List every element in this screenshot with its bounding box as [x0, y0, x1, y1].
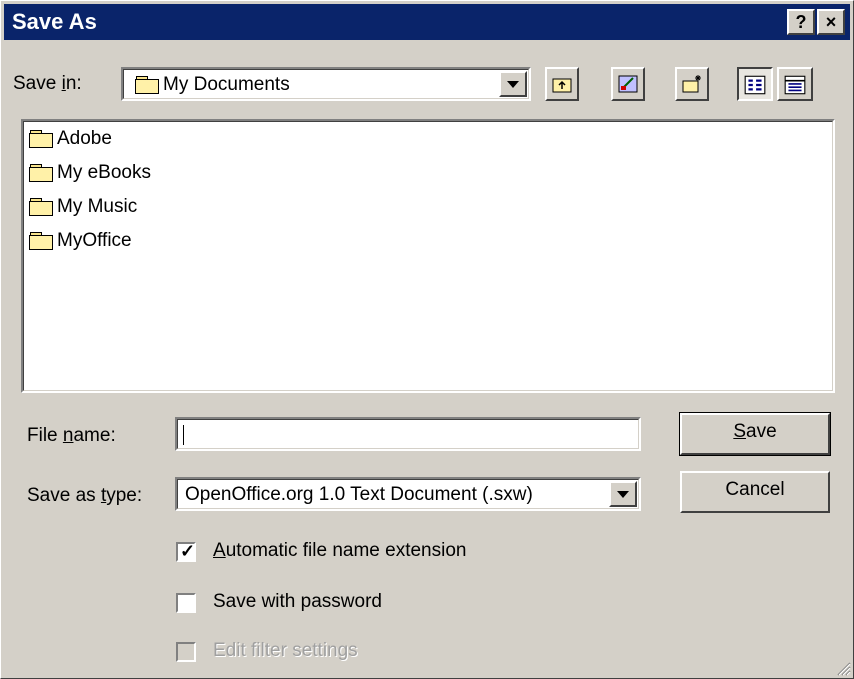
- checkmark-icon: ✓: [180, 541, 196, 561]
- save-as-type-dropdown-button[interactable]: [609, 481, 637, 507]
- title-bar[interactable]: Save As ? ×: [4, 4, 850, 40]
- save-as-type-combobox[interactable]: OpenOffice.org 1.0 Text Document (.sxw): [175, 477, 641, 511]
- save-as-type-label: Save as type:: [27, 485, 143, 506]
- save-as-type-value: OpenOffice.org 1.0 Text Document (.sxw): [185, 484, 533, 505]
- close-icon: ×: [825, 12, 837, 32]
- folder-icon: [29, 197, 53, 216]
- chevron-down-icon: [507, 81, 519, 88]
- desktop-button[interactable]: [611, 67, 645, 101]
- folder-icon: [29, 163, 53, 182]
- open-folder-icon: [135, 75, 159, 94]
- save-with-password-checkbox[interactable]: [176, 593, 196, 613]
- list-item[interactable]: My eBooks: [29, 159, 151, 187]
- file-name-input[interactable]: [175, 417, 641, 451]
- list-view-button[interactable]: [737, 67, 773, 101]
- list-item[interactable]: Adobe: [29, 125, 112, 153]
- file-name-label: File name:: [27, 425, 116, 446]
- save-in-value: My Documents: [163, 74, 290, 95]
- save-as-dialog: Save As ? × Save in: My Documents Adobe …: [0, 0, 854, 679]
- file-list[interactable]: Adobe My eBooks My Music MyOffice: [21, 119, 835, 393]
- details-view-icon: [784, 75, 806, 95]
- save-in-dropdown-button[interactable]: [499, 71, 527, 97]
- new-folder-button[interactable]: [675, 67, 709, 101]
- cancel-button[interactable]: Cancel: [680, 471, 830, 513]
- chevron-down-icon: [617, 491, 629, 498]
- text-cursor: [183, 425, 184, 445]
- automatic-extension-checkbox[interactable]: ✓: [176, 541, 196, 562]
- edit-filter-settings-label: Edit filter settings: [213, 640, 358, 661]
- folder-icon: [29, 231, 53, 250]
- folder-icon: [29, 129, 53, 148]
- help-button[interactable]: ?: [787, 9, 815, 35]
- up-one-level-button[interactable]: [545, 67, 579, 101]
- list-view-icon: [744, 75, 766, 95]
- resize-grip-icon[interactable]: [835, 660, 851, 676]
- details-view-button[interactable]: [777, 67, 813, 101]
- save-button[interactable]: Save: [679, 412, 831, 456]
- window-title: Save As: [12, 9, 97, 34]
- desktop-icon: [618, 75, 638, 93]
- new-folder-icon: [682, 75, 701, 93]
- edit-filter-settings-checkbox: [176, 642, 196, 662]
- save-in-label: Save in:: [13, 73, 82, 94]
- save-with-password-label[interactable]: Save with password: [213, 591, 382, 613]
- up-one-level-icon: [552, 78, 572, 93]
- close-button[interactable]: ×: [817, 9, 845, 35]
- automatic-extension-label[interactable]: Automatic file name extension: [213, 540, 466, 562]
- list-item[interactable]: My Music: [29, 193, 137, 221]
- save-in-combobox[interactable]: My Documents: [121, 67, 531, 101]
- list-item[interactable]: MyOffice: [29, 227, 132, 255]
- help-icon: ?: [795, 12, 807, 32]
